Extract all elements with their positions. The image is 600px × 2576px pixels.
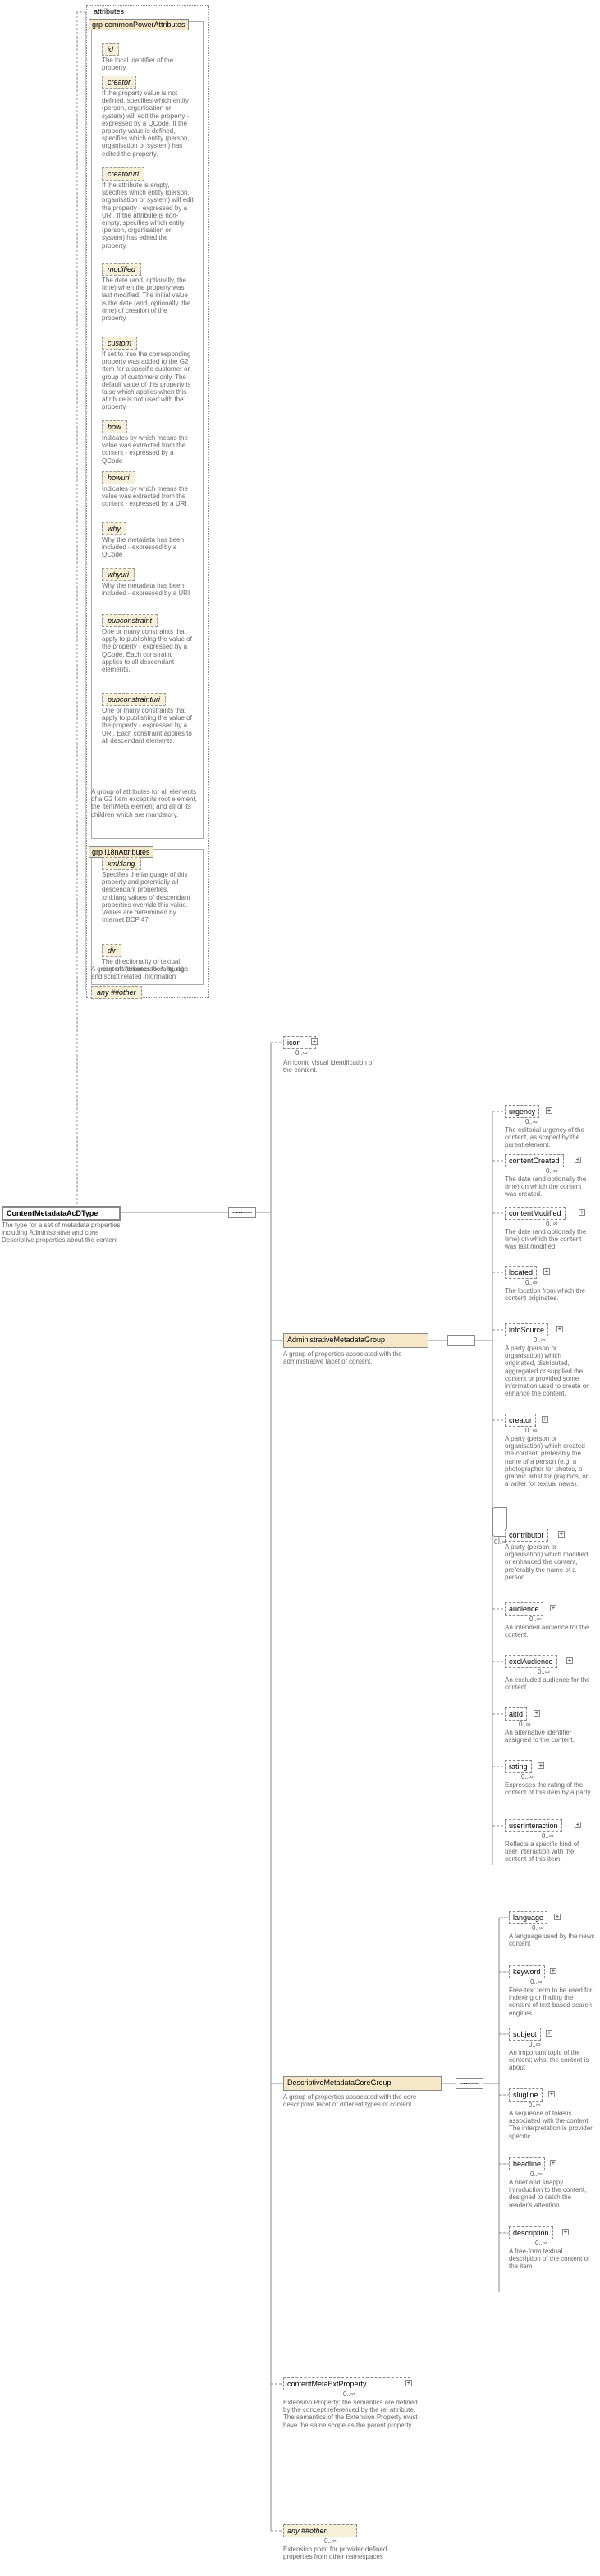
descgrp-name: DescriptiveMetadataCoreGroup bbox=[284, 2077, 395, 2088]
plus-icon[interactable]: + bbox=[534, 1710, 540, 1717]
descgrp-desc: A group of properties associated with th… bbox=[283, 2093, 442, 2108]
attr-id-desc: The local identifier of the property. bbox=[102, 57, 194, 71]
anyother-desc: Extension point for provider-defined pro… bbox=[283, 2546, 398, 2560]
plus-icon[interactable]: + bbox=[575, 1822, 581, 1828]
el-located: located bbox=[505, 1266, 537, 1279]
icon-desc: An iconic visual identification of the c… bbox=[283, 1059, 382, 1074]
el-contentCreated: contentCreated bbox=[505, 1154, 564, 1167]
attr-pubconstraint-desc: One or many constraints that apply to pu… bbox=[102, 628, 194, 673]
el-exclAudience: exclAudience bbox=[505, 1655, 557, 1668]
attr-how-desc: Indicates by which means the value was e… bbox=[102, 434, 194, 465]
el-infoSource: infoSource bbox=[505, 1323, 548, 1336]
plus-icon[interactable]: + bbox=[543, 1268, 550, 1275]
el-altId: altId bbox=[505, 1707, 527, 1721]
el-rating: rating bbox=[505, 1760, 532, 1773]
el-userInteraction: userInteraction bbox=[505, 1819, 562, 1832]
el-slugline: slugline bbox=[509, 2088, 543, 2102]
ext-name: contentMetaExtProperty bbox=[287, 2380, 367, 2388]
plus-icon[interactable]: + bbox=[546, 2030, 552, 2037]
attr-xmllang-desc: Specifies the language of this property … bbox=[102, 871, 194, 924]
plus-icon[interactable]: + bbox=[579, 1209, 585, 1216]
attr-creator-desc: If the property value is not defined, sp… bbox=[102, 89, 194, 158]
attr-pubconstrainturi: pubconstrainturi bbox=[102, 693, 166, 706]
attr-anyother: any ##other bbox=[91, 986, 142, 999]
el-creator2: creator bbox=[505, 1414, 536, 1427]
plus-icon[interactable]: + bbox=[558, 1531, 565, 1538]
grp-i18n-desc: A group of attributes for language and s… bbox=[91, 965, 198, 980]
attr-dir: dir bbox=[102, 944, 121, 957]
ext-desc: Extension Property; the semantics are de… bbox=[283, 2399, 419, 2429]
el-description: description bbox=[509, 2226, 553, 2239]
plus-icon[interactable]: + bbox=[556, 1326, 563, 1332]
el-ext: contentMetaExtProperty bbox=[283, 2377, 410, 2390]
el-headline: headline bbox=[509, 2157, 545, 2170]
el-keyword: keyword bbox=[509, 1965, 545, 1978]
grp-common-hdr: grp commonPowerAttributes bbox=[89, 19, 189, 30]
plus-icon[interactable]: + bbox=[538, 1762, 544, 1769]
sequence-admin bbox=[447, 1335, 475, 1346]
root-element: ContentMetadataAcDType bbox=[2, 1206, 121, 1221]
el-audience: audience bbox=[505, 1602, 543, 1616]
attr-id: id bbox=[102, 43, 119, 56]
plus-icon[interactable]: + bbox=[566, 1657, 573, 1664]
sequence-desc bbox=[456, 2078, 483, 2089]
attr-whyuri: whyuri bbox=[102, 568, 135, 581]
el-contributor: contributor bbox=[505, 1529, 548, 1542]
plus-icon[interactable]: + bbox=[575, 1157, 581, 1163]
el-urgency: urgency bbox=[505, 1105, 539, 1118]
admin-desc: A group of properties associated with th… bbox=[283, 1350, 428, 1365]
plus-icon[interactable]: + bbox=[546, 1107, 552, 1114]
el-admin: AdministrativeMetadataGroup bbox=[283, 1333, 428, 1348]
attr-creator: creator bbox=[102, 76, 136, 89]
attr-modified: modified bbox=[102, 263, 141, 276]
attributes-label: attributes bbox=[94, 7, 124, 16]
attr-howuri-desc: Indicates by which means the value was e… bbox=[102, 485, 194, 508]
el-descgrp: DescriptiveMetadataCoreGroup bbox=[283, 2076, 442, 2091]
plus-icon[interactable]: + bbox=[550, 2160, 556, 2166]
attr-why-desc: Why the metadata has been included - exp… bbox=[102, 536, 194, 559]
attr-modified-desc: The date (and, optionally, the time) whe… bbox=[102, 277, 194, 322]
attr-xmllang: xml:lang bbox=[102, 857, 141, 870]
attr-how: how bbox=[102, 420, 127, 433]
attr-custom: custom bbox=[102, 337, 137, 350]
admin-name: AdministrativeMetadataGroup bbox=[284, 1334, 388, 1345]
attr-howuri: howuri bbox=[102, 471, 135, 484]
attr-why: why bbox=[102, 522, 126, 535]
plus-icon[interactable]: + bbox=[311, 1038, 318, 1045]
plus-icon[interactable]: + bbox=[542, 1416, 548, 1423]
attr-pubconstrainturi-desc: One or many constraints that apply to pu… bbox=[102, 707, 194, 745]
attr-pubconstraint: pubconstraint bbox=[102, 614, 158, 627]
plus-icon[interactable]: + bbox=[550, 1968, 556, 1974]
el-language: language bbox=[509, 1911, 547, 1924]
plus-icon[interactable]: + bbox=[562, 2229, 569, 2235]
icon-name: icon bbox=[287, 1038, 301, 1047]
plus-icon[interactable]: + bbox=[548, 2091, 555, 2097]
plus-icon[interactable]: + bbox=[554, 1914, 561, 1920]
attr-whyuri-desc: Why the metadata has been included - exp… bbox=[102, 582, 194, 597]
plus-icon[interactable]: + bbox=[405, 2380, 412, 2386]
sequence-main bbox=[228, 1207, 256, 1218]
grp-common-desc: A group of attributes for all elements o… bbox=[91, 788, 201, 818]
attr-creatoruri: creatoruri bbox=[102, 167, 144, 181]
el-subject: subject bbox=[509, 2028, 541, 2041]
root-desc: The type for a set of metadata propertie… bbox=[2, 1222, 121, 1244]
plus-icon[interactable]: + bbox=[550, 1605, 556, 1611]
icon-card: 0..∞ bbox=[295, 1049, 308, 1057]
attr-creatoruri-desc: If the attribute is empty, specifies whi… bbox=[102, 181, 194, 250]
root-name: ContentMetadataAcDType bbox=[7, 1209, 98, 1217]
el-anyother: any ##other bbox=[283, 2524, 357, 2537]
attr-custom-desc: If set to true the corresponding propert… bbox=[102, 351, 194, 411]
el-contentModified: contentModified bbox=[505, 1207, 566, 1220]
grp-i18n-hdr: grp i18nAttributes bbox=[89, 846, 153, 858]
